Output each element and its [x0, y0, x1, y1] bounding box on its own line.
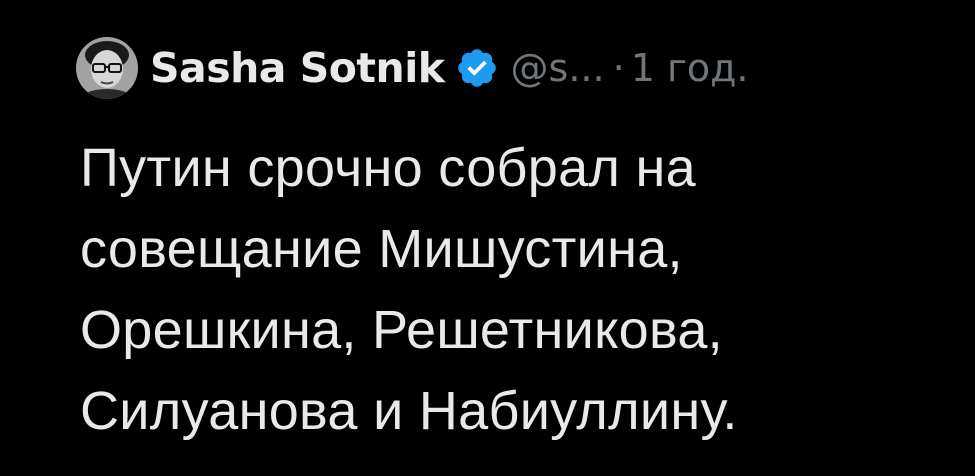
tweet-text-line: Силуанова и Набиуллину. [80, 381, 738, 441]
tweet-header: Sasha Sotnik @s... · 1 год. [76, 36, 749, 100]
timestamp[interactable]: 1 год. [631, 46, 749, 90]
tweet-text-line: Орешкина, Решетникова, [80, 300, 723, 360]
avatar-image [76, 37, 138, 99]
verified-badge-icon [457, 49, 496, 87]
tweet-text-line: совещание Мишустина, [80, 219, 683, 279]
separator-dot: · [612, 46, 625, 90]
tweet-text: Путин срочно собрал на совещание Мишусти… [80, 128, 960, 452]
author-handle[interactable]: @s... [511, 46, 605, 90]
author-display-name[interactable]: Sasha Sotnik [150, 44, 445, 92]
tweet-text-line: Путин срочно собрал на [80, 138, 696, 198]
avatar[interactable] [76, 37, 138, 99]
tweet[interactable]: Sasha Sotnik @s... · 1 год. Путин срочно… [0, 0, 975, 476]
